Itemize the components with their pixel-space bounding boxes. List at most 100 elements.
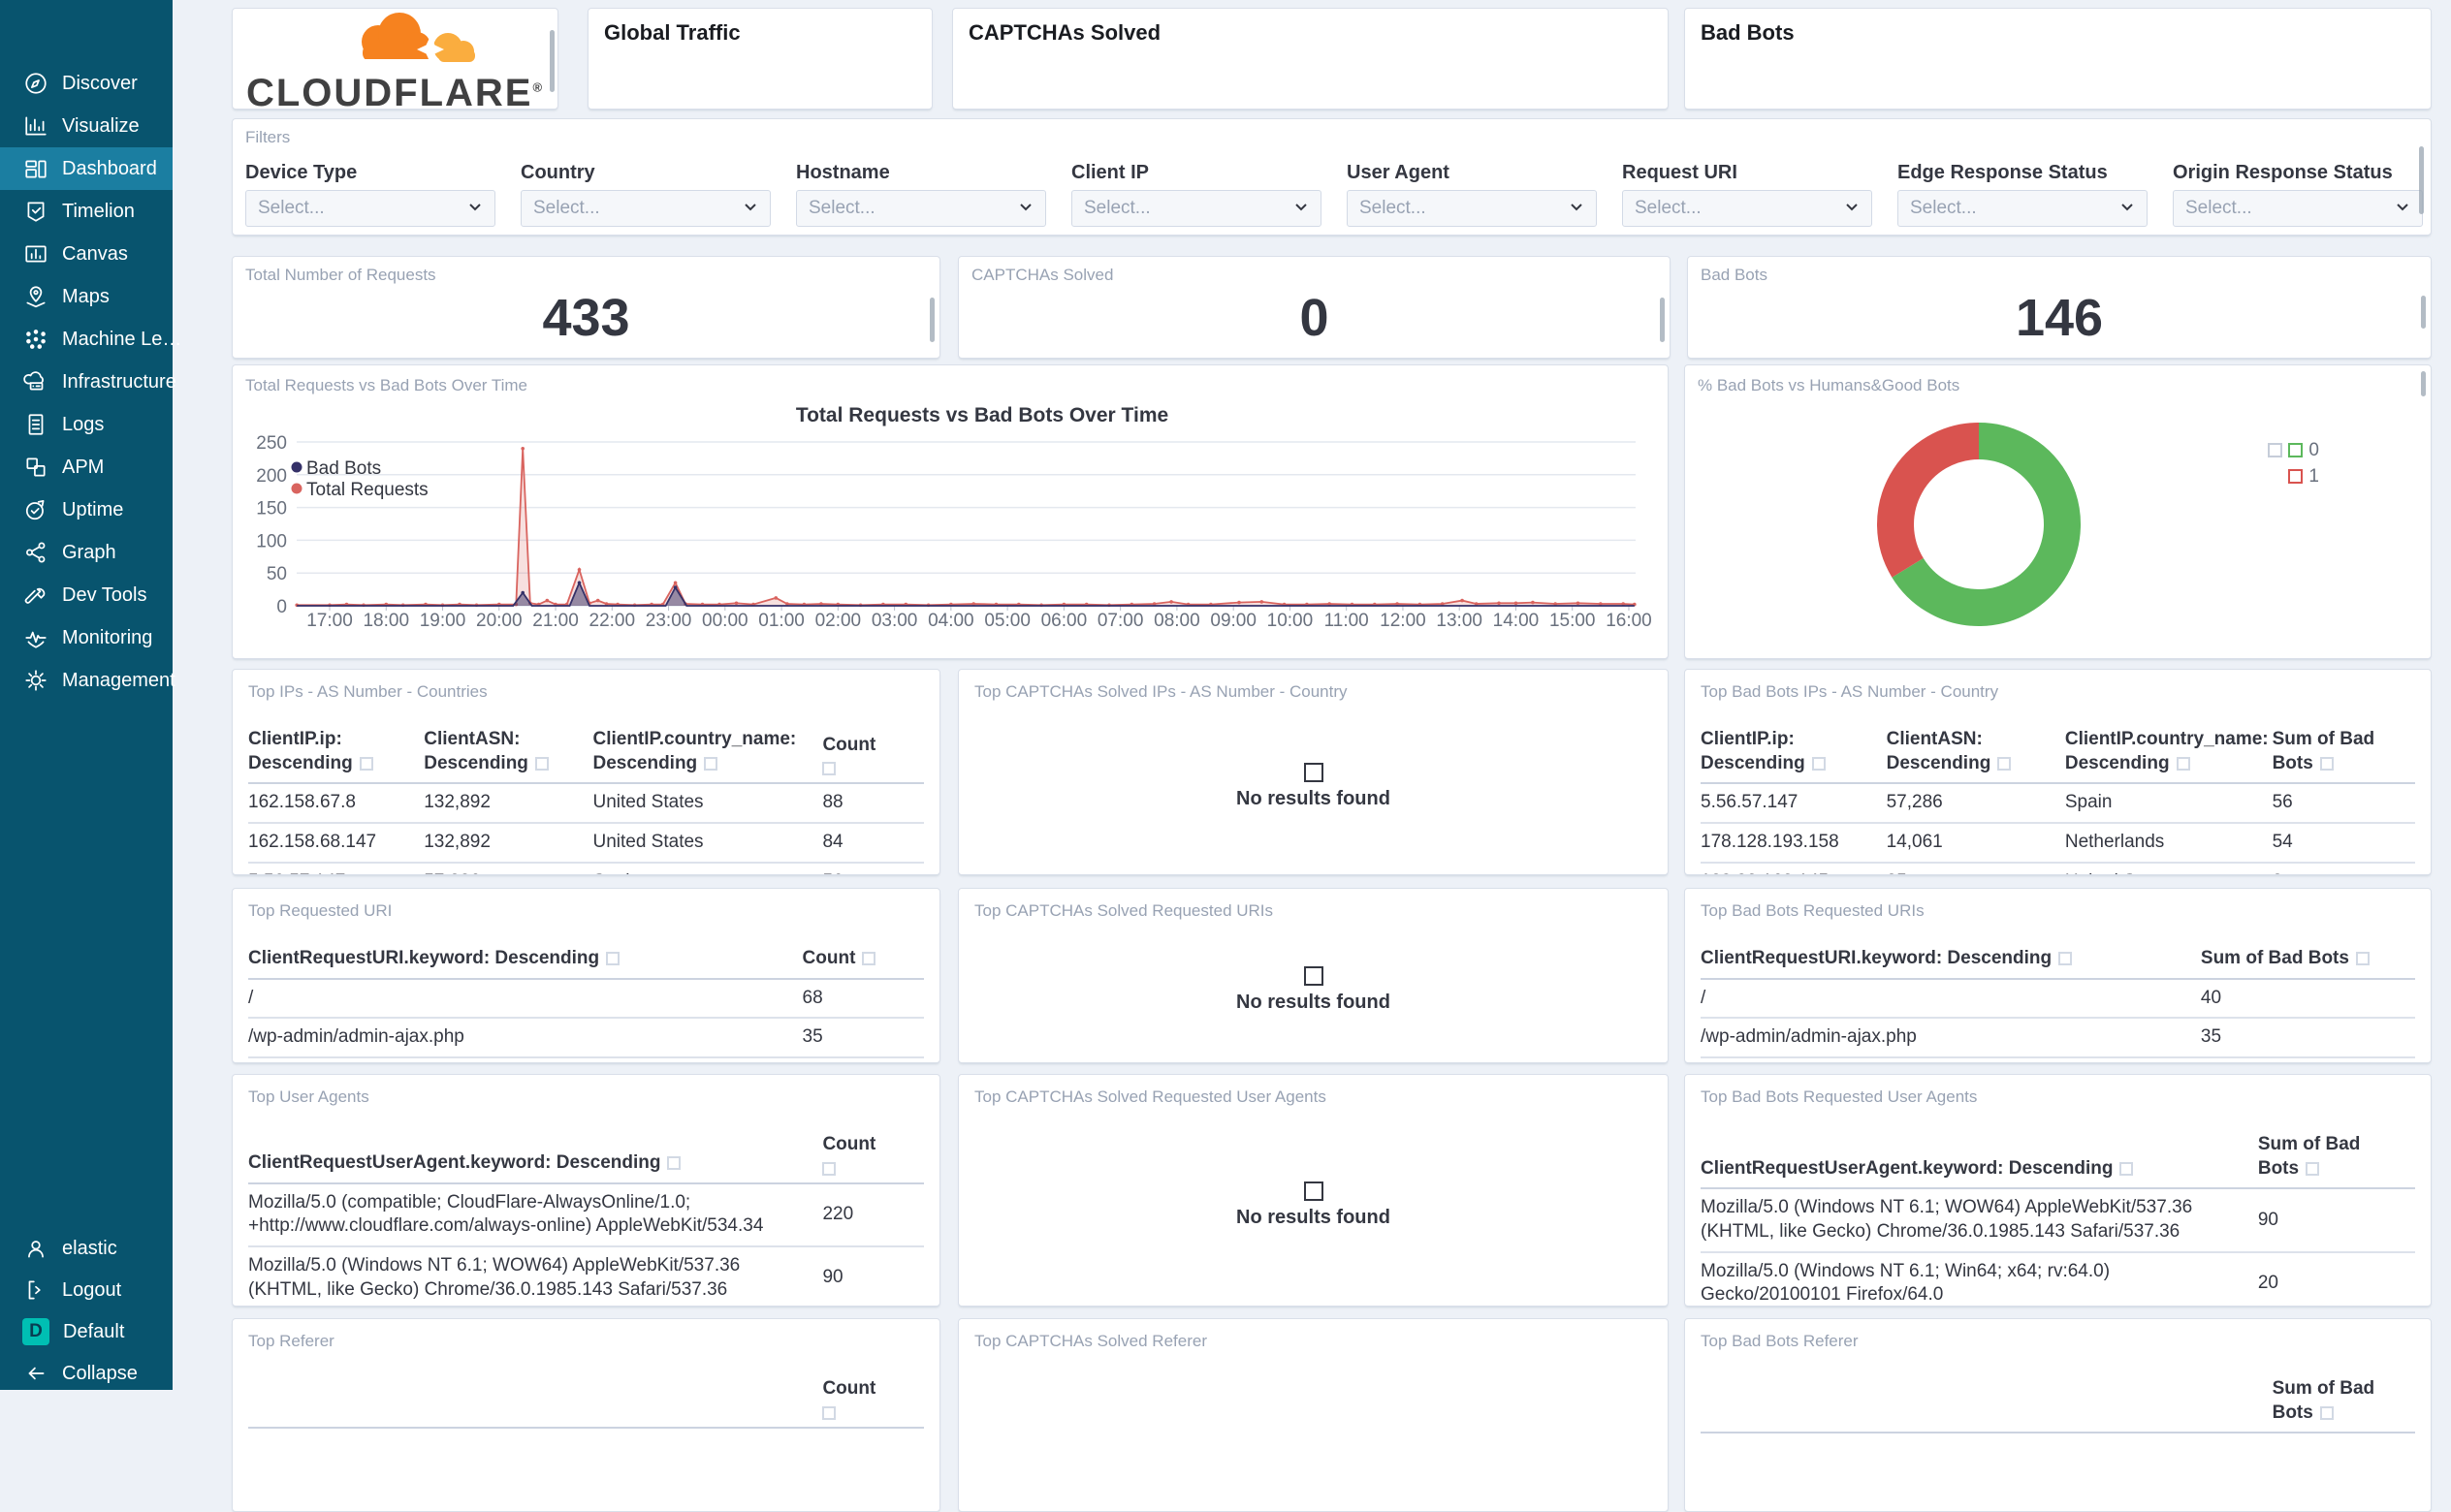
column-header[interactable]	[1701, 1377, 2273, 1434]
table-cell: 25	[1886, 861, 2065, 874]
filter-select-user-agent[interactable]: Select...	[1347, 190, 1597, 227]
column-header[interactable]: Count	[822, 728, 924, 785]
column-header[interactable]: ClientIP.country_name: Descending	[592, 728, 823, 785]
svg-text:20:00: 20:00	[476, 611, 523, 631]
sidebar-item-dev-tools[interactable]: Dev Tools	[0, 574, 173, 616]
filter-select-device-type[interactable]: Select...	[245, 190, 495, 227]
column-header[interactable]: ClientIP.ip: Descending	[248, 728, 425, 785]
sidebar-item-management[interactable]: Management	[0, 659, 175, 702]
column-header[interactable]: Count	[802, 947, 924, 980]
empty-state: No results found	[959, 699, 1668, 874]
column-header[interactable]: ClientRequestURI.keyword: Descending	[248, 947, 803, 980]
panel-scrollbar[interactable]	[2421, 296, 2426, 329]
column-header[interactable]: ClientASN: Descending	[1886, 728, 2065, 785]
sidebar-item-collapse[interactable]: Collapse	[0, 1352, 173, 1395]
legend-item[interactable]: 1	[2257, 463, 2319, 489]
sidebar-item-uptime[interactable]: Uptime	[0, 488, 173, 531]
dashboard-grid-icon	[23, 156, 48, 181]
table-cell: 16	[2200, 1056, 2415, 1062]
panel-scrollbar[interactable]	[2419, 146, 2424, 214]
column-header[interactable]: Sum of Bad Bots	[2200, 947, 2415, 980]
filter-select-request-uri[interactable]: Select...	[1622, 190, 1872, 227]
sidebar-item-default-space[interactable]: D Default	[0, 1310, 173, 1353]
sidebar-item-elastic-user[interactable]: elastic	[0, 1227, 173, 1270]
filter-select-hostname[interactable]: Select...	[796, 190, 1046, 227]
sort-icon[interactable]	[1997, 756, 2012, 771]
sidebar-item-logs[interactable]: Logs	[0, 403, 173, 446]
panel-scrollbar[interactable]	[550, 30, 555, 92]
filter-select-client-ip[interactable]: Select...	[1071, 190, 1321, 227]
table-cell: 88	[822, 792, 844, 813]
sort-icon[interactable]	[2176, 756, 2190, 771]
filter-select-edge-response-status[interactable]: Select...	[1897, 190, 2148, 227]
column-header[interactable]: Sum of Bad Bots	[2272, 1377, 2415, 1434]
sort-icon[interactable]	[822, 1405, 837, 1420]
sidebar-item-logout[interactable]: Logout	[0, 1269, 173, 1311]
logout-icon	[23, 1277, 48, 1303]
sidebar-item-apm[interactable]: APM	[0, 446, 173, 488]
column-header[interactable]: Sum of Bad Bots	[2257, 1133, 2415, 1190]
panel-scrollbar[interactable]	[2421, 371, 2426, 396]
column-header[interactable]	[248, 1377, 823, 1429]
column-header[interactable]: Count	[822, 1133, 924, 1184]
filters-panel: Filters Device Type Select... Country Selec…	[232, 118, 2432, 236]
sidebar-item-dashboard[interactable]: Dashboard	[0, 147, 173, 190]
column-header[interactable]: Count	[822, 1377, 924, 1429]
column-header[interactable]: Sum of Bad Bots	[2272, 728, 2415, 785]
column-header[interactable]: ClientRequestUserAgent.keyword: Descendi…	[1701, 1133, 2258, 1190]
panel-scrollbar[interactable]	[930, 298, 935, 342]
sort-icon[interactable]	[2306, 1161, 2320, 1176]
sort-icon[interactable]	[2319, 1405, 2334, 1420]
user-icon	[23, 1236, 48, 1261]
sidebar-item-monitoring[interactable]: Monitoring	[0, 616, 173, 659]
panel-title: Top Bad Bots Requested URIs	[1701, 901, 1925, 920]
chevron-down-icon	[2395, 199, 2410, 219]
sort-icon[interactable]	[2119, 1161, 2134, 1176]
sidebar-item-machine-learning[interactable]: Machine Le…	[0, 318, 181, 361]
sort-icon[interactable]	[704, 756, 718, 771]
svg-text:Total Requests: Total Requests	[306, 480, 429, 500]
chevron-down-icon	[1293, 199, 1309, 219]
table-cell: Mozilla/5.0 (Windows NT 6.1; Win64; x64;…	[1701, 1250, 2258, 1306]
sort-icon[interactable]	[359, 756, 373, 771]
sidebar-item-infrastructure[interactable]: Infrastructure	[0, 361, 176, 403]
canvas-icon	[23, 241, 48, 267]
table-cell: /	[248, 987, 254, 1008]
sidebar-item-maps[interactable]: Maps	[0, 275, 173, 318]
table-row: Mozilla/5.0 (compatible; CloudFlare-Alwa…	[248, 1183, 924, 1246]
table-cell: Mozilla/5.0 (compatible; CloudFlare-Alwa…	[248, 1191, 764, 1237]
filter-select-origin-response-status[interactable]: Select...	[2173, 190, 2423, 227]
sort-icon[interactable]	[667, 1156, 682, 1170]
sort-icon[interactable]	[2355, 952, 2370, 965]
sort-icon[interactable]	[822, 762, 837, 776]
sidebar-item-canvas[interactable]: Canvas	[0, 233, 173, 275]
table-row: /wp-admin/admin-ajax.php 35	[248, 1017, 924, 1058]
column-header[interactable]: ClientASN: Descending	[424, 728, 593, 785]
sort-icon[interactable]	[822, 1161, 837, 1176]
sidebar-item-visualize[interactable]: Visualize	[0, 105, 173, 147]
sort-icon[interactable]	[2058, 952, 2073, 965]
machine-learning-icon	[23, 327, 48, 352]
sidebar-item-label: Default	[63, 1320, 125, 1342]
sort-icon[interactable]	[1811, 756, 1826, 771]
table-cell: Mozilla/5.0 (Windows NT 6.1; WOW64) Appl…	[248, 1245, 823, 1306]
sort-icon[interactable]	[862, 952, 876, 965]
svg-text:11:00: 11:00	[1324, 611, 1369, 631]
sort-icon[interactable]	[534, 756, 549, 771]
sort-icon[interactable]	[2319, 756, 2334, 771]
column-header[interactable]: ClientRequestUserAgent.keyword: Descendi…	[248, 1133, 823, 1184]
select-placeholder: Select...	[2185, 198, 2252, 218]
column-header[interactable]: ClientIP.country_name: Descending	[2064, 728, 2273, 785]
legend-toggle-icon[interactable]	[2268, 443, 2283, 457]
legend-item[interactable]: 0	[2257, 437, 2319, 463]
sidebar-item-discover[interactable]: Discover	[0, 62, 173, 105]
sort-icon[interactable]	[606, 952, 621, 965]
svg-text:10:00: 10:00	[1267, 611, 1314, 631]
column-header[interactable]: ClientIP.ip: Descending	[1701, 728, 1887, 785]
sidebar-item-graph[interactable]: Graph	[0, 531, 173, 574]
sidebar-item-timelion[interactable]: Timelion	[0, 190, 173, 233]
panel-scrollbar[interactable]	[1660, 298, 1665, 342]
filter-select-country[interactable]: Select...	[521, 190, 771, 227]
captcha-referer-panel: Top CAPTCHAs Solved Referer	[958, 1318, 1669, 1512]
column-header[interactable]: ClientRequestURI.keyword: Descending	[1701, 947, 2201, 980]
